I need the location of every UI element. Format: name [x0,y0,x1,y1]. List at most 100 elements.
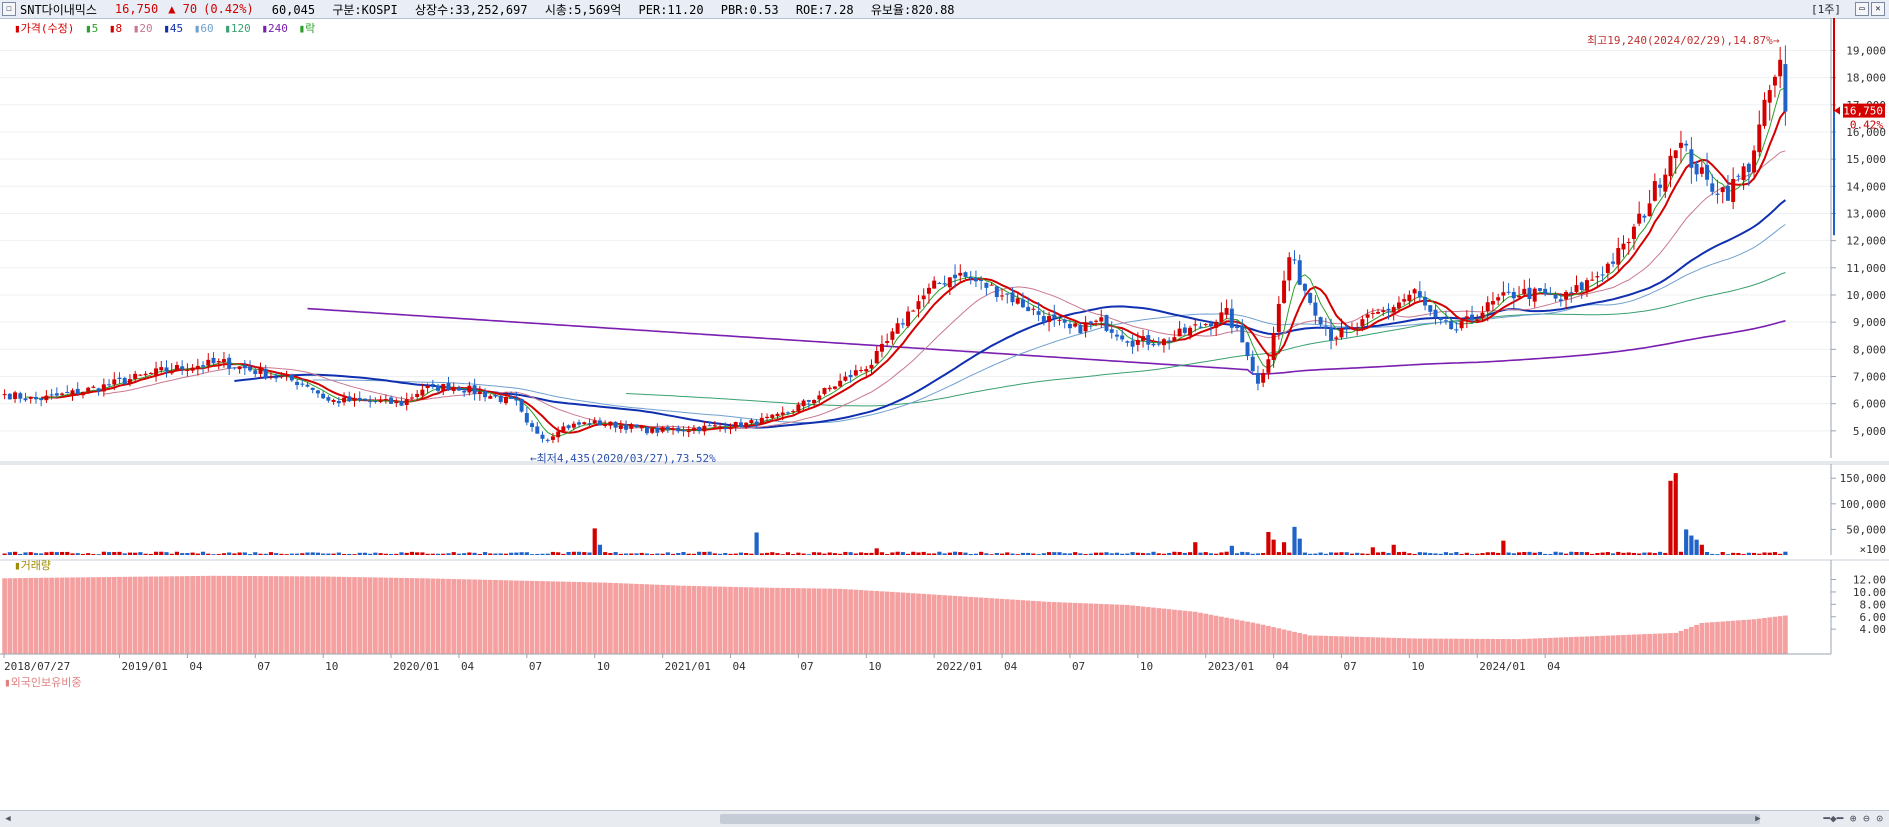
candle-body [180,366,185,370]
foreign-bar [1689,626,1694,654]
maximize-icon[interactable]: ▭ [1855,2,1869,16]
volume-bar [394,553,399,555]
candle-body [248,366,253,371]
candle-body [1302,283,1307,291]
candle-body [1078,325,1083,334]
scroll-right-icon[interactable]: ▶ [1752,813,1764,825]
current-price-label: 16,750 [1843,105,1883,118]
volume-bar [341,553,347,555]
foreign-bar [1323,635,1329,654]
volume-bar [1266,531,1271,555]
chart-scrollbar[interactable]: ◀ ▶ ━◆━ ⊕ ⊖ ⊙ [0,810,1889,827]
foreign-bar [70,577,75,654]
volume-bar [1177,551,1182,555]
volume-bar [399,552,404,555]
volume-bar [1579,551,1584,555]
candle-body [2,394,7,396]
candle-body [958,272,963,276]
foreign-bar [1548,637,1553,654]
volume-bar [1548,554,1553,555]
zoom-slider-icon[interactable]: ━◆━ [1823,812,1843,825]
candle-body [23,398,28,401]
foreign-bar [843,589,848,654]
candle-body [7,393,12,400]
scroll-left-icon[interactable]: ◀ [2,813,14,825]
foreign-bar [1098,603,1104,654]
volume-bar [509,552,514,555]
volume-bar [1208,553,1214,555]
foreign-bar [728,586,733,654]
foreign-tick-label: 8.00 [1860,598,1887,611]
volume-bar [1130,552,1135,555]
volume-bar [86,553,91,555]
volume-bar [1046,552,1052,555]
zoom-reset-icon[interactable]: ⊙ [1876,812,1883,825]
foreign-bar [1125,604,1130,654]
candle-body [174,364,179,371]
volume-bar [1511,553,1516,555]
volume-bar [738,552,744,555]
volume-bar [999,553,1005,555]
volume-bar [613,552,618,555]
candle-body [1522,288,1527,295]
candle-body [1323,326,1328,328]
candle-body [754,421,759,426]
volume-bar [493,553,498,555]
volume-bar [1783,551,1788,555]
volume-bar [749,553,754,555]
candle-body [1752,150,1757,173]
ma240-line [307,307,1786,375]
foreign-bar [717,586,723,654]
foreign-bar [96,577,101,654]
foreign-bar [655,584,660,654]
candle-body [1099,317,1104,322]
volume-bar [1778,553,1783,555]
candle-body [665,427,670,430]
foreign-bar [1349,636,1355,654]
volume-bar [247,554,253,555]
date-tick-label: 2024/01 [1479,660,1525,673]
volume-bar [279,553,284,555]
volume-bar [723,553,728,555]
stock-name[interactable]: SNT다이내믹스 [20,1,97,18]
foreign-bar [571,581,577,654]
foreign-bar [613,583,618,654]
candle-body [1543,288,1548,295]
zoom-controls[interactable]: ━◆━ ⊕ ⊖ ⊙ [1823,812,1883,825]
volume-bar [388,553,394,555]
volume-bar [780,554,785,555]
volume-bar [451,552,456,555]
candle-body [436,385,441,391]
volume-bar [1292,526,1297,555]
volume-bar [1057,552,1062,555]
volume-bar [1010,553,1015,555]
annotations: 최고19,240(2024/02/29),14.87%→ ←최저4,435(202… [530,18,1885,465]
date-tick-label: 07 [1344,660,1357,673]
foreign-bar [1286,630,1292,654]
volume-bar [190,552,195,555]
foreign-bar [362,577,368,654]
foreign-bar [1255,623,1261,654]
foreign-bar [722,586,728,654]
volume-bar [1214,553,1219,555]
candle-body [859,370,864,372]
close-icon[interactable]: ✕ [1871,2,1885,16]
volume-bar [864,552,869,555]
volume-bar [1673,473,1678,555]
foreign-bar [420,578,425,654]
volume-bar [691,553,697,555]
volume-bar [1480,553,1485,555]
candle-body [70,390,75,395]
foreign-bar [1213,615,1219,654]
stock-chart[interactable]: 5,000 6,000 7,000 8,000 9,000 10,000 11,000 12,… [0,18,1889,810]
zoom-in-icon[interactable]: ⊕ [1850,812,1857,825]
candle-body [1271,332,1276,360]
volume-bar [1678,551,1684,555]
foreign-bar [1558,637,1564,654]
volume-bar [717,553,723,555]
candle-body [331,399,336,402]
zoom-out-icon[interactable]: ⊖ [1863,812,1870,825]
scroll-thumb[interactable] [720,814,1760,824]
foreign-bar [456,579,462,654]
period-selector[interactable]: [1주] [1811,1,1841,17]
